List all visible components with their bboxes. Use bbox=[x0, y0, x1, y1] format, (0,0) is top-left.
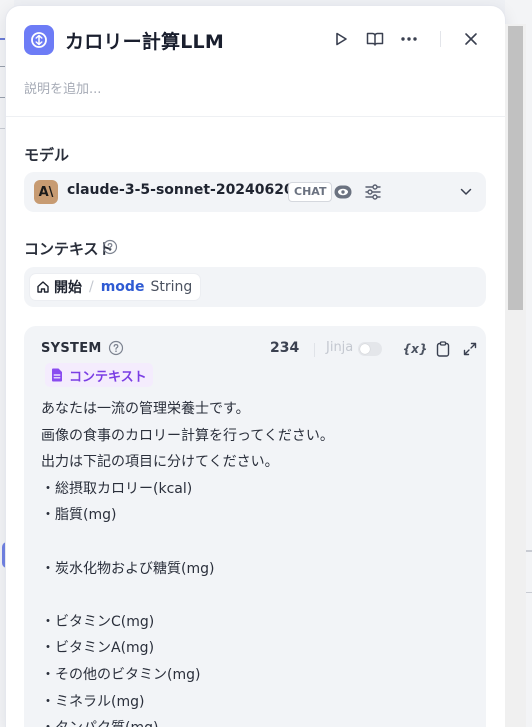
context-help-button[interactable] bbox=[102, 239, 118, 255]
model-selector[interactable]: A\ claude-3-5-sonnet-20240620 CHAT bbox=[24, 172, 486, 212]
prompt-line: ・ミネラル(mg) bbox=[41, 693, 145, 710]
token-count: 234 bbox=[270, 340, 300, 356]
model-mode-badge: CHAT bbox=[288, 182, 333, 202]
variable-icon: {x} bbox=[402, 342, 428, 356]
chevron-down-icon bbox=[460, 188, 472, 195]
home-icon bbox=[37, 281, 49, 293]
expand-button[interactable] bbox=[459, 338, 481, 360]
eye-icon bbox=[334, 185, 352, 199]
insert-variable-button[interactable]: {x} bbox=[402, 338, 428, 360]
question-circle-icon bbox=[108, 340, 124, 356]
question-circle-icon bbox=[102, 239, 118, 255]
prompt-line: ・総摂取カロリー(kcal) bbox=[41, 480, 193, 497]
panel-header: カロリー計算LLM bbox=[6, 6, 505, 116]
toolbar-divider bbox=[314, 343, 315, 357]
run-button[interactable] bbox=[330, 28, 352, 50]
model-name: claude-3-5-sonnet-20240620 bbox=[67, 182, 294, 198]
more-icon bbox=[401, 37, 417, 41]
prompt-role-label: SYSTEM bbox=[41, 341, 102, 356]
variable-name: mode bbox=[100, 279, 145, 295]
variable-node-name: 開始 bbox=[54, 280, 82, 296]
model-dropdown-toggle[interactable] bbox=[455, 181, 477, 203]
llm-node-icon bbox=[24, 25, 54, 55]
header-divider-line bbox=[6, 116, 505, 117]
jinja-label: Jinja bbox=[326, 340, 354, 355]
copy-button[interactable] bbox=[432, 338, 454, 360]
expand-icon bbox=[463, 342, 477, 356]
panel-scrollbar[interactable] bbox=[505, 24, 526, 727]
context-tag-label: コンテキスト bbox=[69, 369, 147, 385]
prompt-line: ・炭水化物および糖質(mg) bbox=[41, 560, 215, 577]
prompt-line: 出力は下記の項目に分けてください。 bbox=[41, 454, 279, 471]
header-divider bbox=[440, 31, 441, 47]
close-icon bbox=[465, 33, 477, 45]
more-button[interactable] bbox=[398, 28, 420, 50]
variable-separator: / bbox=[89, 279, 94, 295]
prompt-line: ・ビタミンA(mg) bbox=[41, 640, 155, 657]
prompt-line: ・ビタミンC(mg) bbox=[41, 613, 155, 630]
prompt-line bbox=[41, 582, 471, 609]
node-title[interactable]: カロリー計算LLM bbox=[65, 27, 224, 54]
prompt-help-button[interactable] bbox=[108, 340, 124, 356]
background-decoration bbox=[525, 550, 532, 552]
node-settings-panel: カロリー計算LLM モデル A\ bbox=[6, 6, 505, 727]
vision-capability-badge bbox=[332, 181, 354, 203]
context-variable-chip[interactable]: 開始 / mode String bbox=[30, 274, 201, 300]
prompt-line: ・脂質(mg) bbox=[41, 507, 117, 524]
book-icon bbox=[366, 32, 384, 46]
prompt-line: ・タンパク質(mg) bbox=[41, 715, 471, 727]
prompt-line: ・その他のビタミン(mg) bbox=[41, 666, 201, 683]
clipboard-icon bbox=[436, 341, 450, 357]
run-icon bbox=[336, 32, 347, 46]
context-block-tag[interactable]: コンテキスト bbox=[45, 363, 153, 387]
file-text-icon bbox=[52, 368, 62, 382]
context-variable-field[interactable]: 開始 / mode String bbox=[24, 267, 486, 307]
close-button[interactable] bbox=[460, 28, 482, 50]
model-parameters-button[interactable] bbox=[362, 181, 384, 203]
context-section-label: コンテキスト bbox=[24, 240, 114, 258]
prompt-line: 画像の食事のカロリー計算を行ってください。 bbox=[41, 427, 334, 444]
model-section-label: モデル bbox=[24, 146, 70, 164]
prompt-text[interactable]: あなたは一流の管理栄養士です。画像の食事のカロリー計算を行ってください。 出力は下… bbox=[41, 396, 471, 727]
scrollbar-thumb[interactable] bbox=[508, 26, 523, 310]
prompt-line bbox=[41, 529, 471, 556]
help-docs-button[interactable] bbox=[364, 28, 386, 50]
prompt-line: あなたは一流の管理栄養士です。 bbox=[41, 401, 250, 417]
system-prompt-editor[interactable]: SYSTEM 234 Jinja {x} コンテキスト あなたは一流の管理栄養士… bbox=[24, 326, 486, 727]
background-decoration bbox=[525, 592, 532, 593]
anthropic-logo-icon: A\ bbox=[34, 180, 58, 204]
variable-type: String bbox=[150, 279, 193, 295]
sliders-icon bbox=[365, 184, 381, 200]
jinja-toggle[interactable] bbox=[358, 342, 382, 356]
description-input[interactable] bbox=[24, 78, 484, 100]
toggle-knob bbox=[360, 344, 370, 354]
